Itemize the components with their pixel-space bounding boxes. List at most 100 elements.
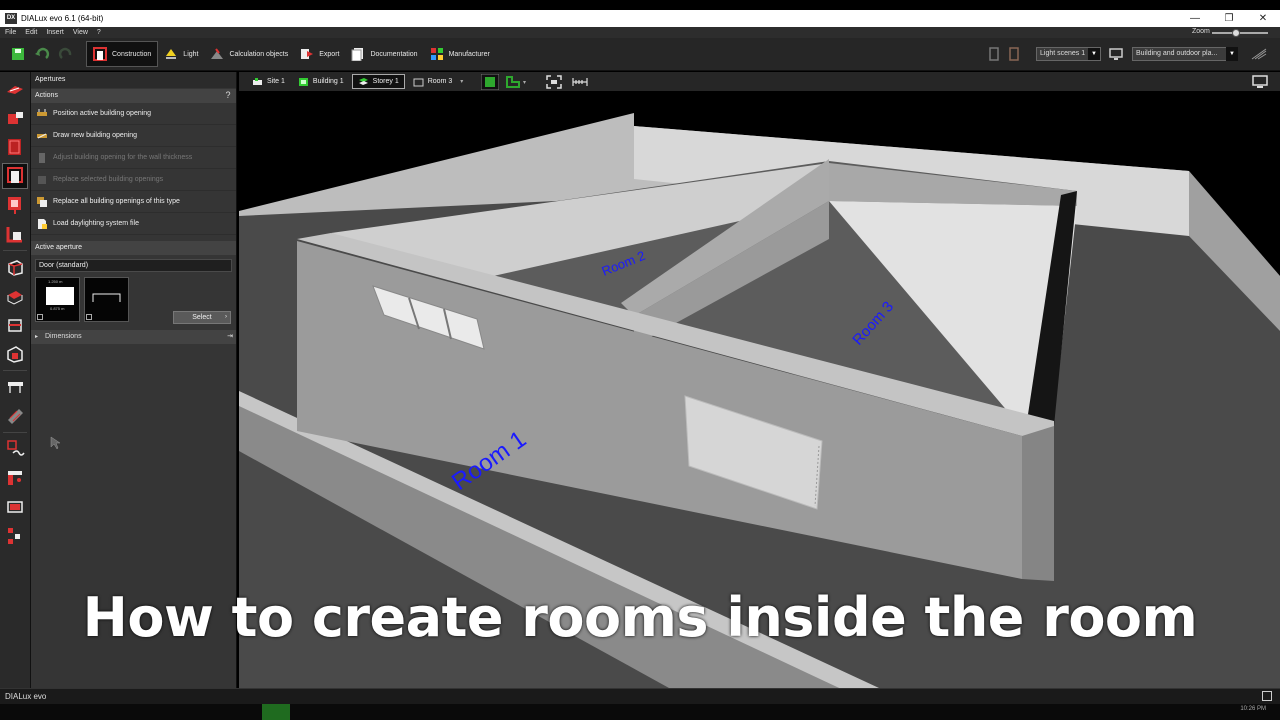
aperture-icon [7,167,23,183]
select-button[interactable]: Select › [173,311,231,324]
toolbar-separator [3,250,27,251]
solid-view-icon[interactable] [481,73,500,90]
light-scene-value: Light scenes 1 [1040,50,1086,57]
tab-site[interactable]: Site 1 [247,74,290,89]
tab-room-label: Room 3 [427,78,453,85]
chevron-down-icon[interactable]: ▾ [460,78,463,85]
actions-header[interactable]: Actions ? [31,89,236,103]
svg-text:▾: ▾ [523,80,526,86]
mouse-cursor-icon [50,436,61,450]
menu-edit[interactable]: Edit [25,29,37,36]
tool-cube-1[interactable] [2,254,28,280]
taskbar-active-app[interactable] [262,704,290,720]
split-icon [8,528,20,544]
expand-icon[interactable] [86,314,92,320]
toolbar-separator [3,370,27,371]
action-position-opening[interactable]: Position active building opening [31,103,236,125]
app-logo-icon: DX [5,13,17,24]
view-mode-value: Building and outdoor pla... [1136,50,1218,57]
tab-export[interactable]: Export [294,41,345,67]
ruler-icon[interactable] [1250,47,1268,61]
expand-icon[interactable] [37,314,43,320]
menu-file[interactable]: File [5,29,16,36]
tool-room-element[interactable] [2,221,28,247]
tool-furniture[interactable] [2,403,28,429]
pin-icon[interactable]: ⇥ [227,330,233,344]
cube-icon [8,260,23,276]
monitor-icon[interactable] [1108,46,1124,62]
view-mode-select[interactable]: Building and outdoor pla... [1132,47,1238,61]
tab-building[interactable]: Building 1 [293,74,349,89]
menu-bar: File Edit Insert View ? [0,27,1280,38]
cut-cube-icon [8,319,22,332]
tool-stairs[interactable] [2,374,28,400]
aperture-preview-top[interactable] [84,277,129,322]
tool-cube-4[interactable] [2,341,28,367]
tab-calculation-objects[interactable]: Calculation objects [204,41,294,67]
action-draw-opening[interactable]: Draw new building opening [31,125,236,147]
tool-apertures[interactable] [2,163,28,189]
lamp-icon [166,49,177,59]
menu-insert[interactable]: Insert [46,29,64,36]
aperture-previews: 1.250 m 0.875 m Select › [31,274,236,328]
tool-window[interactable] [2,192,28,218]
delete-scene-icon[interactable] [1009,47,1019,61]
tab-calculation-objects-label: Calculation objects [229,50,289,58]
tab-room[interactable]: Room 3 ▾ [408,74,469,89]
measure-icon[interactable] [571,74,589,90]
save-status-icon[interactable] [1262,691,1272,701]
light-scene-select[interactable]: Light scenes 1 ▼ [1036,47,1101,61]
tool-storey[interactable] [2,134,28,160]
tool-daylight[interactable] [2,436,28,462]
floor-plan-icon[interactable]: ▾ [503,74,529,90]
chevron-down-icon: ▼ [1088,48,1100,60]
storey-icon [358,77,368,85]
calculation-icon [211,48,224,59]
furniture-icon [8,409,23,424]
minimize-button[interactable]: — [1178,13,1212,24]
tool-frame[interactable] [2,494,28,520]
action-label: Adjust building opening for the wall thi… [53,154,193,161]
dim-height: 0.875 m [50,306,65,311]
tab-light[interactable]: Light [158,41,204,67]
chevron-down-icon[interactable]: ▼ [1226,47,1238,61]
lock-icon[interactable] [989,47,999,61]
action-replace-all[interactable]: Replace all building openings of this ty… [31,191,236,213]
tool-split[interactable] [2,523,28,549]
zoom-slider-handle[interactable] [1232,29,1240,37]
documentation-icon [351,48,364,61]
undo-icon[interactable] [34,46,50,62]
help-icon[interactable]: ? [223,90,233,101]
tool-opening[interactable] [2,465,28,491]
action-load-daylighting[interactable]: Load daylighting system file [31,213,236,235]
menu-help[interactable]: ? [97,29,101,36]
title-bar: DX DIALux evo 6.1 (64-bit) — ❐ ✕ [0,10,1280,27]
tab-storey-label: Storey 1 [372,78,399,85]
menu-view[interactable]: View [73,29,88,36]
chevron-right-icon: ▸ [35,334,39,340]
tab-documentation[interactable]: Documentation [345,41,423,67]
tab-manufacturer[interactable]: Manufacturer [424,41,496,67]
close-button[interactable]: ✕ [1246,13,1280,24]
tab-manufacturer-label: Manufacturer [448,50,490,58]
redo-icon[interactable] [58,46,74,62]
monitor-icon[interactable] [1252,75,1268,89]
tool-cube-3[interactable] [2,312,28,338]
fit-view-icon[interactable] [545,74,563,90]
tab-construction[interactable]: Construction [86,41,159,67]
tab-storey[interactable]: Storey 1 [351,74,405,89]
aperture-preview-front[interactable]: 1.250 m 0.875 m [35,277,80,322]
tab-site-label: Site 1 [267,78,285,85]
opening-icon [8,471,22,485]
maximize-button[interactable]: ❐ [1212,13,1246,24]
save-icon[interactable] [10,46,26,62]
tool-site[interactable] [2,76,28,102]
room-icon [413,78,424,86]
tool-cube-2[interactable] [2,283,28,309]
zoom-slider[interactable] [1212,32,1268,34]
construction-icon [93,47,107,61]
draw-icon [37,133,47,138]
dimensions-header[interactable]: ▸ Dimensions ⇥ [31,330,236,344]
frame-icon [7,501,23,513]
tool-building[interactable] [2,105,28,131]
